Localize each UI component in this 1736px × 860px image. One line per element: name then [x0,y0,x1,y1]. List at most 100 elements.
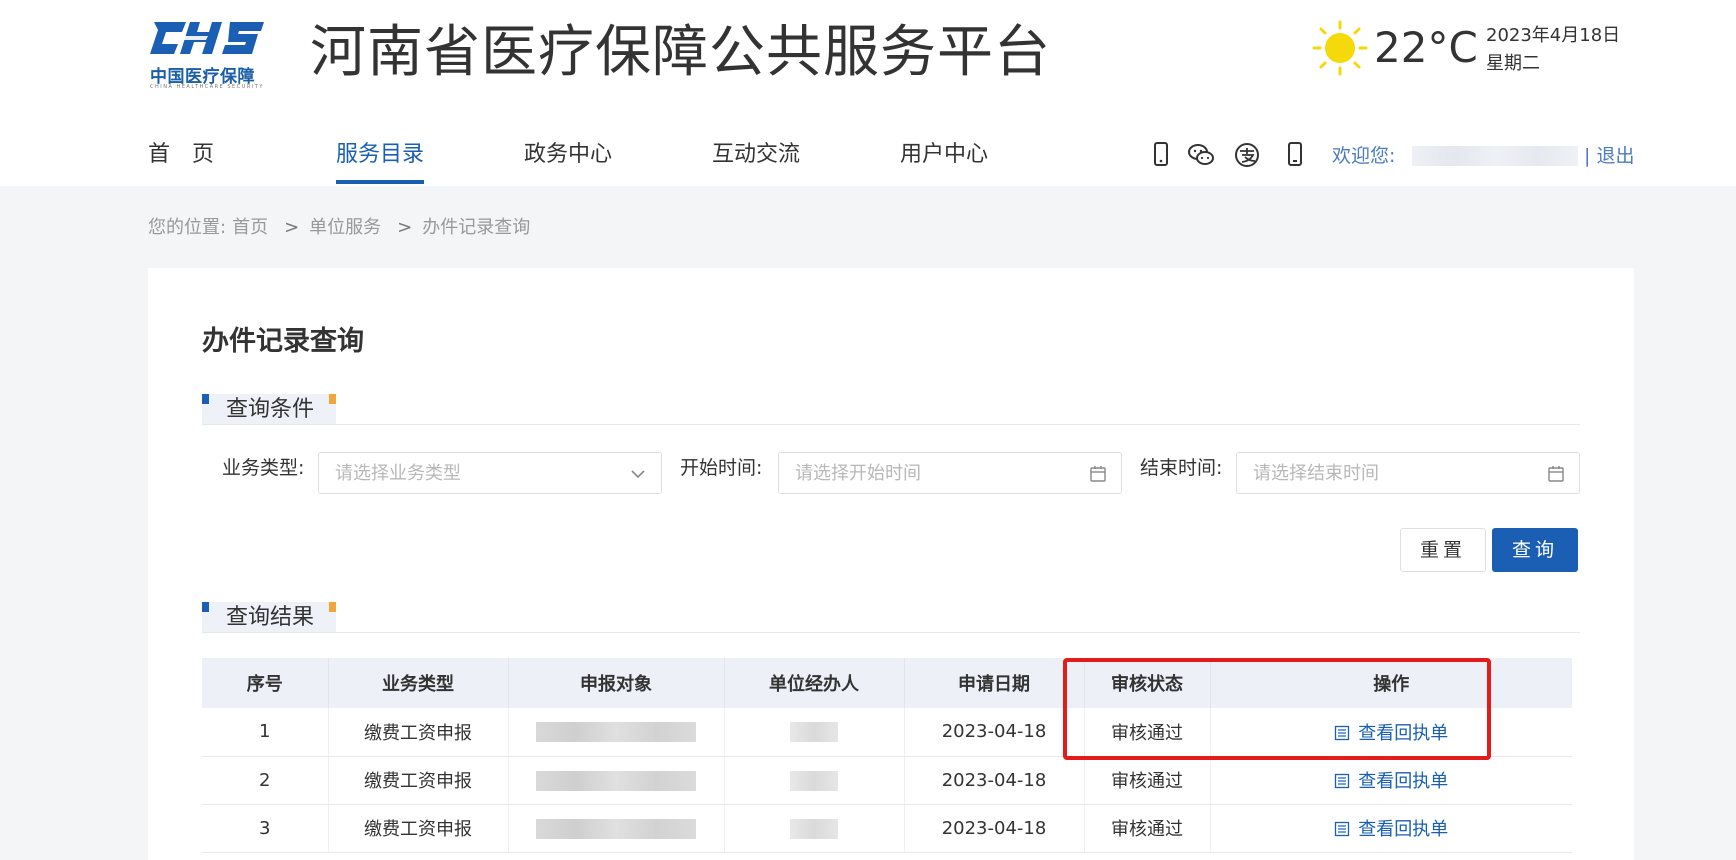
nav-active-indicator [336,180,424,184]
cell-index: 1 [202,708,329,757]
reset-button[interactable]: 重置 [1400,528,1486,572]
divider [202,632,1580,633]
nav-government-center[interactable]: 政务中心 [524,138,612,172]
chs-logo[interactable]: 中国医疗保障 CHINA HEALTHCARE SECURITY [148,18,266,92]
cell-status: 审核通过 [1084,756,1211,805]
corner-marker-right [329,602,336,612]
nav-user-center[interactable]: 用户中心 [900,138,988,172]
redacted-block [790,818,838,839]
cell-status: 审核通过 [1084,804,1211,853]
breadcrumb-home[interactable]: 首页 [232,217,268,238]
table-row: 3 缴费工资申报 2023-04-18 审核通过 查看回执单 [202,804,1572,853]
end-time-placeholder: 请选择结束时间 [1253,463,1379,484]
document-icon [1335,773,1350,789]
site-header: 中国医疗保障 CHINA HEALTHCARE SECURITY 河南省医疗保障… [0,0,1736,186]
end-time-label: 结束时间: [1140,457,1223,479]
view-receipt-link[interactable]: 查看回执单 [1334,819,1448,840]
redacted-block [790,722,838,743]
nav-home[interactable]: 首 页 [148,138,214,172]
cell-handler-redacted [724,708,905,757]
view-receipt-label: 查看回执单 [1358,771,1449,792]
site-title: 河南省医疗保障公共服务平台 [310,20,1051,85]
cell-target-redacted [508,756,725,805]
cell-type: 缴费工资申报 [328,708,509,757]
welcome-text: 欢迎您: [1332,145,1396,167]
start-time-picker[interactable]: 请选择开始时间 [778,452,1122,494]
start-time-placeholder: 请选择开始时间 [795,463,921,484]
cell-date: 2023-04-18 [904,804,1085,853]
corner-marker-left [202,394,209,404]
breadcrumb-unit-service[interactable]: 单位服务 [309,217,381,238]
cell-date: 2023-04-18 [904,756,1085,805]
col-header-status: 审核状态 [1084,658,1211,708]
business-type-label: 业务类型: [222,457,305,479]
breadcrumb-separator: > [284,217,300,238]
chs-logo-mark [150,22,264,54]
col-header-date: 申请日期 [904,658,1085,708]
wechat-icon[interactable] [1186,140,1216,170]
chevron-down-icon [631,470,645,479]
start-time-label: 开始时间: [680,457,763,479]
business-type-select[interactable]: 请选择业务类型 [318,452,662,494]
table-row: 2 缴费工资申报 2023-04-18 审核通过 查看回执单 [202,756,1572,805]
temperature: 22°C [1374,23,1478,72]
divider [202,424,1580,425]
cell-index: 2 [202,756,329,805]
result-section-label: 查询结果 [226,605,315,630]
cell-action: 查看回执单 [1210,708,1572,757]
view-receipt-label: 查看回执单 [1358,819,1449,840]
redacted-block [790,770,838,791]
table-row: 1 缴费工资申报 2023-04-18 审核通过 查看回执单 [202,708,1572,757]
business-type-placeholder: 请选择业务类型 [335,463,461,484]
nav-interaction[interactable]: 互动交流 [712,138,800,172]
weekday: 星期二 [1486,53,1540,74]
sun-icon [1312,20,1368,76]
redacted-block [536,722,696,743]
corner-marker-right [329,394,336,404]
col-header-target: 申报对象 [508,658,725,708]
cell-status: 审核通过 [1084,708,1211,757]
end-time-picker[interactable]: 请选择结束时间 [1236,452,1580,494]
main-card: 办件记录查询 查询条件 业务类型: 请选择业务类型 开始时间: 请选择开始时间 … [148,268,1634,860]
username-redacted [1412,146,1578,166]
mobile-icon[interactable] [1146,140,1176,170]
logout-link[interactable]: | 退出 [1584,142,1634,170]
redacted-block [536,818,696,839]
cell-type: 缴费工资申报 [328,804,509,853]
calendar-icon [1090,466,1106,482]
page-title: 办件记录查询 [202,326,364,357]
date: 2023年4月18日 [1486,25,1621,46]
col-header-index: 序号 [202,658,329,708]
cell-index: 3 [202,804,329,853]
result-section-title: 查询结果 [202,602,336,632]
cell-target-redacted [508,708,725,757]
nav-service-catalog[interactable]: 服务目录 [336,138,424,172]
cell-date: 2023-04-18 [904,708,1085,757]
view-receipt-label: 查看回执单 [1358,722,1449,744]
breadcrumb: 您的位置: 首页 > 单位服务 > 办件记录查询 [148,214,536,242]
corner-marker-left [202,602,209,612]
document-icon [1335,725,1350,740]
table-header-row: 序号 业务类型 申报对象 单位经办人 申请日期 审核状态 操作 [202,658,1572,708]
cell-handler-redacted [724,804,905,853]
query-button[interactable]: 查询 [1492,528,1578,572]
document-icon [1335,821,1350,837]
calendar-icon [1548,466,1564,482]
view-receipt-link[interactable]: 查看回执单 [1334,723,1448,744]
alipay-icon[interactable] [1232,140,1262,170]
col-header-handler: 单位经办人 [724,658,905,708]
breadcrumb-prefix: 您的位置: [148,217,227,238]
logo-en-text: CHINA HEALTHCARE SECURITY [150,84,264,90]
view-receipt-link[interactable]: 查看回执单 [1334,771,1448,792]
col-header-type: 业务类型 [328,658,509,708]
cell-action: 查看回执单 [1210,756,1572,805]
breadcrumb-current: 办件记录查询 [422,217,531,238]
breadcrumb-separator: > [397,217,413,238]
cell-type: 缴费工资申报 [328,756,509,805]
phone-icon[interactable] [1280,140,1310,170]
redacted-block [536,770,696,791]
query-section-title: 查询条件 [202,394,336,424]
cell-handler-redacted [724,756,905,805]
results-table: 序号 业务类型 申报对象 单位经办人 申请日期 审核状态 操作 1 缴费工资申报… [202,658,1572,853]
cell-target-redacted [508,804,725,853]
